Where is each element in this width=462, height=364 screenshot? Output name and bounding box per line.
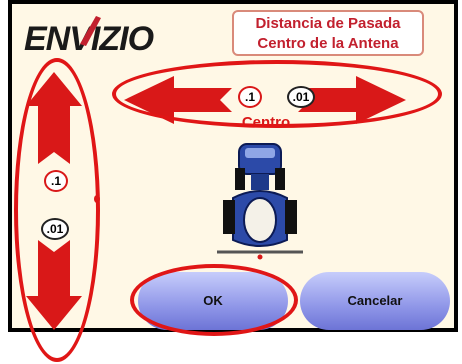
title-line-2: Centro de la Antena xyxy=(257,35,399,52)
envizio-logo: ENVIZIO xyxy=(24,16,155,58)
title-line-1: Distancia de Pasada xyxy=(255,15,401,32)
page-title: Distancia de Pasada Centro de la Antena xyxy=(232,10,424,56)
cancel-button[interactable]: Cancelar xyxy=(300,272,450,330)
tractor-icon xyxy=(217,143,303,260)
annotation-ellipse-ok xyxy=(130,264,298,336)
annotation-ellipse-vertical xyxy=(14,58,100,362)
annotation-ellipse-horizontal xyxy=(112,60,442,128)
